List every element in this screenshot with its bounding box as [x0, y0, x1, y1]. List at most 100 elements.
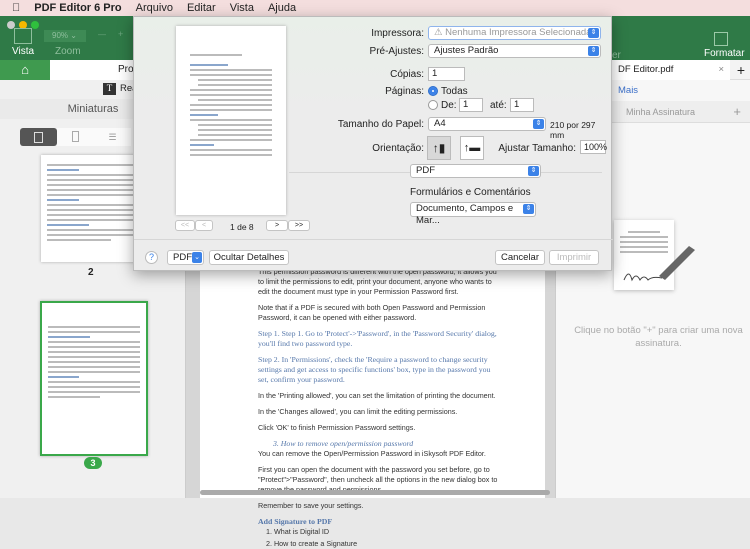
menu-bar:  PDF Editor 6 Pro Arquivo Editar Vista …	[0, 0, 750, 16]
presets-label: Pré-Ajustes:	[369, 46, 424, 57]
chevron-down-icon: ⌄	[192, 252, 202, 263]
print-preview	[176, 26, 286, 215]
document-paragraph: Add Signature to PDF	[258, 517, 333, 526]
paper-size-select[interactable]: A4 ⇕	[428, 117, 546, 131]
view-icon[interactable]	[14, 28, 32, 44]
view-label: Vista	[12, 46, 35, 57]
help-button[interactable]: ?	[145, 251, 158, 264]
pages-all-label: Todas	[441, 86, 468, 97]
document-tab[interactable]: Proc	[50, 60, 140, 80]
section-select[interactable]: PDF ⇕	[410, 164, 541, 178]
more-link[interactable]: Mais	[618, 85, 638, 96]
menu-arquivo[interactable]: Arquivo	[136, 2, 173, 14]
hide-details-button[interactable]: Ocultar Detalhes	[209, 250, 289, 265]
signature-illustration-icon	[614, 220, 695, 290]
preview-page-indicator: 1 de 8	[230, 222, 254, 232]
document-paragraph: Step 2. In 'Permissions', check the 'Req…	[258, 355, 491, 384]
pages-range-radio[interactable]	[428, 100, 438, 110]
format-icon[interactable]	[714, 32, 728, 46]
landscape-orientation-button[interactable]: ↑▬	[460, 136, 484, 160]
print-button[interactable]: Imprimir	[549, 250, 599, 265]
menu-editar[interactable]: Editar	[187, 2, 216, 14]
document-paragraph: 2. How to create a Signature	[266, 539, 358, 548]
stepper-arrows-icon: ⇕	[588, 28, 599, 38]
forms-value: Documento, Campos e Mar...	[416, 203, 514, 226]
document-paragraph: You can remove the Open/Permission Passw…	[258, 449, 486, 458]
pages-to-label: até:	[490, 100, 507, 111]
document-tab-right[interactable]: DF Editor.pdf ×	[612, 60, 730, 80]
horizontal-scrollbar[interactable]	[200, 490, 550, 495]
stepper-arrows-icon: ⇕	[523, 204, 534, 214]
paper-size-label: Tamanho do Papel:	[337, 119, 424, 130]
first-page-button[interactable]: <<	[175, 220, 195, 231]
printer-value: ⚠ Nenhuma Impressora Selecionada	[434, 27, 592, 38]
document-paragraph: Note that if a PDF is secured with both …	[258, 303, 486, 322]
document-paragraph: Step 1. Step 1. Go to 'Protect'->'Passwo…	[258, 329, 497, 348]
pdf-button-label: PDF	[173, 252, 192, 263]
document-tab-right-label: DF Editor.pdf	[618, 64, 674, 75]
document-paragraph: 3. How to remove open/permission passwor…	[273, 439, 414, 448]
format-button[interactable]: Formatar	[704, 48, 745, 59]
zoom-window-button[interactable]	[31, 21, 39, 29]
forms-select[interactable]: Documento, Campos e Mar... ⇕	[410, 202, 536, 226]
printer-label: Impressora:	[371, 28, 424, 39]
app-menu[interactable]: PDF Editor 6 Pro	[34, 2, 121, 14]
zoom-in-button[interactable]: +	[118, 29, 123, 39]
new-tab-button[interactable]: +	[732, 60, 750, 80]
menu-vista[interactable]: Vista	[230, 2, 254, 14]
stepper-arrows-icon: ⇕	[533, 119, 544, 129]
pdf-menu-button[interactable]: PDF ⌄	[167, 250, 204, 265]
cancel-button[interactable]: Cancelar	[495, 250, 545, 265]
pages-label: Páginas:	[385, 86, 424, 97]
bookmark-icon	[72, 131, 79, 142]
close-tab-icon[interactable]: ×	[718, 60, 724, 80]
menu-ajuda[interactable]: Ajuda	[268, 2, 296, 14]
page-icon	[34, 132, 43, 143]
stepper-arrows-icon: ⇕	[528, 166, 539, 176]
document-paragraph: 1. What is Digital ID	[266, 527, 330, 536]
zoom-select[interactable]: 90% ⌄	[44, 30, 86, 42]
thumbnails-tab[interactable]	[20, 128, 57, 146]
scale-input[interactable]: 100%	[580, 140, 607, 154]
stepper-arrows-icon: ⇕	[588, 46, 599, 56]
document-paragraph: In the 'Printing allowed', you can set t…	[258, 391, 496, 400]
thumbnail-selected-badge: 3	[84, 457, 102, 469]
thumbnail-label: 2	[88, 267, 94, 278]
text-tool-icon[interactable]: T	[103, 83, 116, 95]
divider	[134, 239, 613, 240]
section-value: PDF	[416, 165, 435, 176]
thumbnail-page-2[interactable]	[41, 155, 147, 262]
orientation-label: Orientação:	[372, 143, 424, 154]
document-paragraph: This permission password is different wi…	[258, 267, 497, 296]
zoom-value: 90%	[52, 31, 69, 40]
landscape-icon: ↑▬	[463, 142, 481, 154]
document-paragraph: Click 'OK' to finish Permission Password…	[258, 423, 416, 432]
document-paragraph: In the 'Changes allowed', you can limit …	[258, 407, 458, 416]
zoom-out-button[interactable]: —	[98, 30, 106, 39]
scale-label: Ajustar Tamanho:	[498, 143, 576, 154]
prev-page-button[interactable]: <	[195, 220, 213, 231]
my-signature-label: Minha Assinatura	[626, 107, 696, 117]
print-dialog: << < 1 de 8 > >> Impressora: ⚠ Nenhuma I…	[133, 16, 613, 271]
portrait-icon: ↑▮	[432, 141, 446, 155]
home-button[interactable]: ⌂	[0, 60, 50, 80]
bookmarks-tab[interactable]	[57, 128, 94, 146]
copies-input[interactable]: 1	[428, 67, 465, 81]
add-signature-button[interactable]: +	[733, 104, 741, 119]
printer-select[interactable]: ⚠ Nenhuma Impressora Selecionada ⇕	[428, 26, 601, 40]
thumbnail-page-3-selected[interactable]	[40, 301, 148, 456]
last-page-button[interactable]: >>	[288, 220, 310, 231]
pages-to-input[interactable]: 1	[510, 98, 534, 112]
pages-all-radio[interactable]	[428, 86, 438, 96]
apple-menu-icon[interactable]: 	[12, 2, 20, 14]
list-icon: ☰	[108, 132, 117, 142]
paper-dimensions: 210 por 297 mm	[550, 120, 596, 140]
presets-value: Ajustes Padrão	[434, 45, 499, 56]
home-icon: ⌂	[21, 62, 29, 77]
outline-tab[interactable]: ☰	[94, 128, 131, 146]
pages-from-input[interactable]: 1	[459, 98, 483, 112]
portrait-orientation-button[interactable]: ↑▮	[427, 136, 451, 160]
next-page-button[interactable]: >	[266, 220, 288, 231]
presets-select[interactable]: Ajustes Padrão ⇕	[428, 44, 601, 58]
paper-size-value: A4	[434, 118, 446, 129]
